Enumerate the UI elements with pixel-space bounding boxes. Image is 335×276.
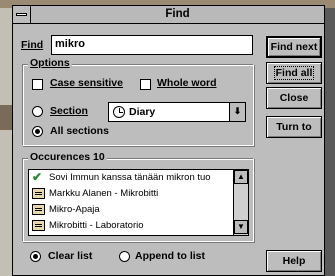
- diary-clock-icon: [113, 106, 125, 118]
- check-icon: ✔: [32, 170, 43, 184]
- list-item-text: Markku Alanen - Mikrobitti: [49, 188, 159, 199]
- title-bar[interactable]: Find: [13, 6, 324, 24]
- find-label: Find: [21, 39, 43, 51]
- document-icon: [32, 204, 45, 215]
- dialog-title: Find: [165, 8, 190, 20]
- find-input[interactable]: mikro: [51, 35, 253, 55]
- system-menu-icon: [16, 13, 27, 16]
- section-radio[interactable]: [32, 106, 43, 117]
- occurences-list[interactable]: ✔ Sovi Immun kanssa tänään mikron tuo Ma…: [28, 169, 249, 236]
- all-sections-label[interactable]: All sections: [50, 125, 109, 137]
- help-button[interactable]: Help: [266, 250, 322, 272]
- all-sections-radio[interactable]: [32, 126, 43, 137]
- find-dialog: Find Find mikro Options Case sensitive W…: [12, 5, 325, 276]
- list-item-text: Mikrobitti - Laboratorio: [49, 220, 144, 231]
- append-to-list-radio[interactable]: [119, 251, 130, 262]
- all-sections-label-text: All sections: [50, 125, 109, 137]
- background-decor: [0, 105, 12, 130]
- options-group-label: Options: [28, 57, 72, 69]
- section-label[interactable]: Section: [50, 105, 88, 117]
- dropdown-arrow-icon[interactable]: ⬇: [229, 103, 245, 121]
- whole-word-label-text: Whole word: [157, 77, 217, 89]
- case-sensitive-label[interactable]: Case sensitive: [50, 77, 123, 89]
- list-scrollbar[interactable]: ▲ ▼: [233, 170, 248, 235]
- document-icon: [32, 188, 45, 199]
- find-next-button-label: Find next: [270, 41, 318, 53]
- find-next-button[interactable]: Find next: [266, 36, 322, 58]
- turn-to-button-label: Turn to: [276, 121, 312, 133]
- whole-word-checkbox[interactable]: [140, 79, 151, 90]
- whole-word-label[interactable]: Whole word: [157, 77, 217, 89]
- system-menu-button[interactable]: [13, 6, 31, 23]
- find-all-button[interactable]: Find all: [266, 62, 322, 84]
- close-button[interactable]: Close: [266, 87, 322, 109]
- options-group-label-text: Options: [30, 57, 70, 69]
- find-label-text: Find: [21, 39, 44, 51]
- section-dropdown-value: Diary: [129, 106, 156, 118]
- section-dropdown[interactable]: Diary ⬇: [108, 102, 246, 122]
- document-icon: [32, 220, 45, 231]
- list-item[interactable]: Markku Alanen - Mikrobitti: [32, 186, 232, 202]
- list-item[interactable]: ✔ Sovi Immun kanssa tänään mikron tuo: [32, 170, 232, 186]
- case-sensitive-checkbox[interactable]: [32, 79, 43, 90]
- scroll-down-arrow-icon[interactable]: ▼: [234, 220, 248, 234]
- list-item-text: Sovi Immun kanssa tänään mikron tuo: [49, 172, 211, 183]
- clear-list-label[interactable]: Clear list: [48, 250, 92, 262]
- turn-to-button[interactable]: Turn to: [266, 116, 322, 138]
- clear-list-radio[interactable]: [30, 251, 41, 262]
- case-sensitive-label-text: Case sensitive: [50, 77, 123, 89]
- append-to-list-label-text: Append to list: [135, 250, 205, 262]
- help-button-label: Help: [282, 255, 306, 267]
- list-item[interactable]: Mikrobitti - Laboratorio: [32, 218, 232, 234]
- section-label-text: Section: [50, 105, 88, 117]
- clear-list-label-text: Clear list: [48, 250, 93, 262]
- occurences-group-label: Occurences 10: [28, 151, 107, 163]
- find-all-button-label: Find all: [273, 66, 315, 80]
- background-window-left: [0, 8, 12, 276]
- background-window-right: [325, 8, 335, 276]
- append-to-list-label[interactable]: Append to list: [135, 250, 205, 262]
- list-item-text: Mikro-Apaja: [49, 204, 100, 215]
- close-button-label: Close: [279, 92, 309, 104]
- list-item[interactable]: Mikro-Apaja: [32, 202, 232, 218]
- scroll-up-arrow-icon[interactable]: ▲: [234, 170, 248, 184]
